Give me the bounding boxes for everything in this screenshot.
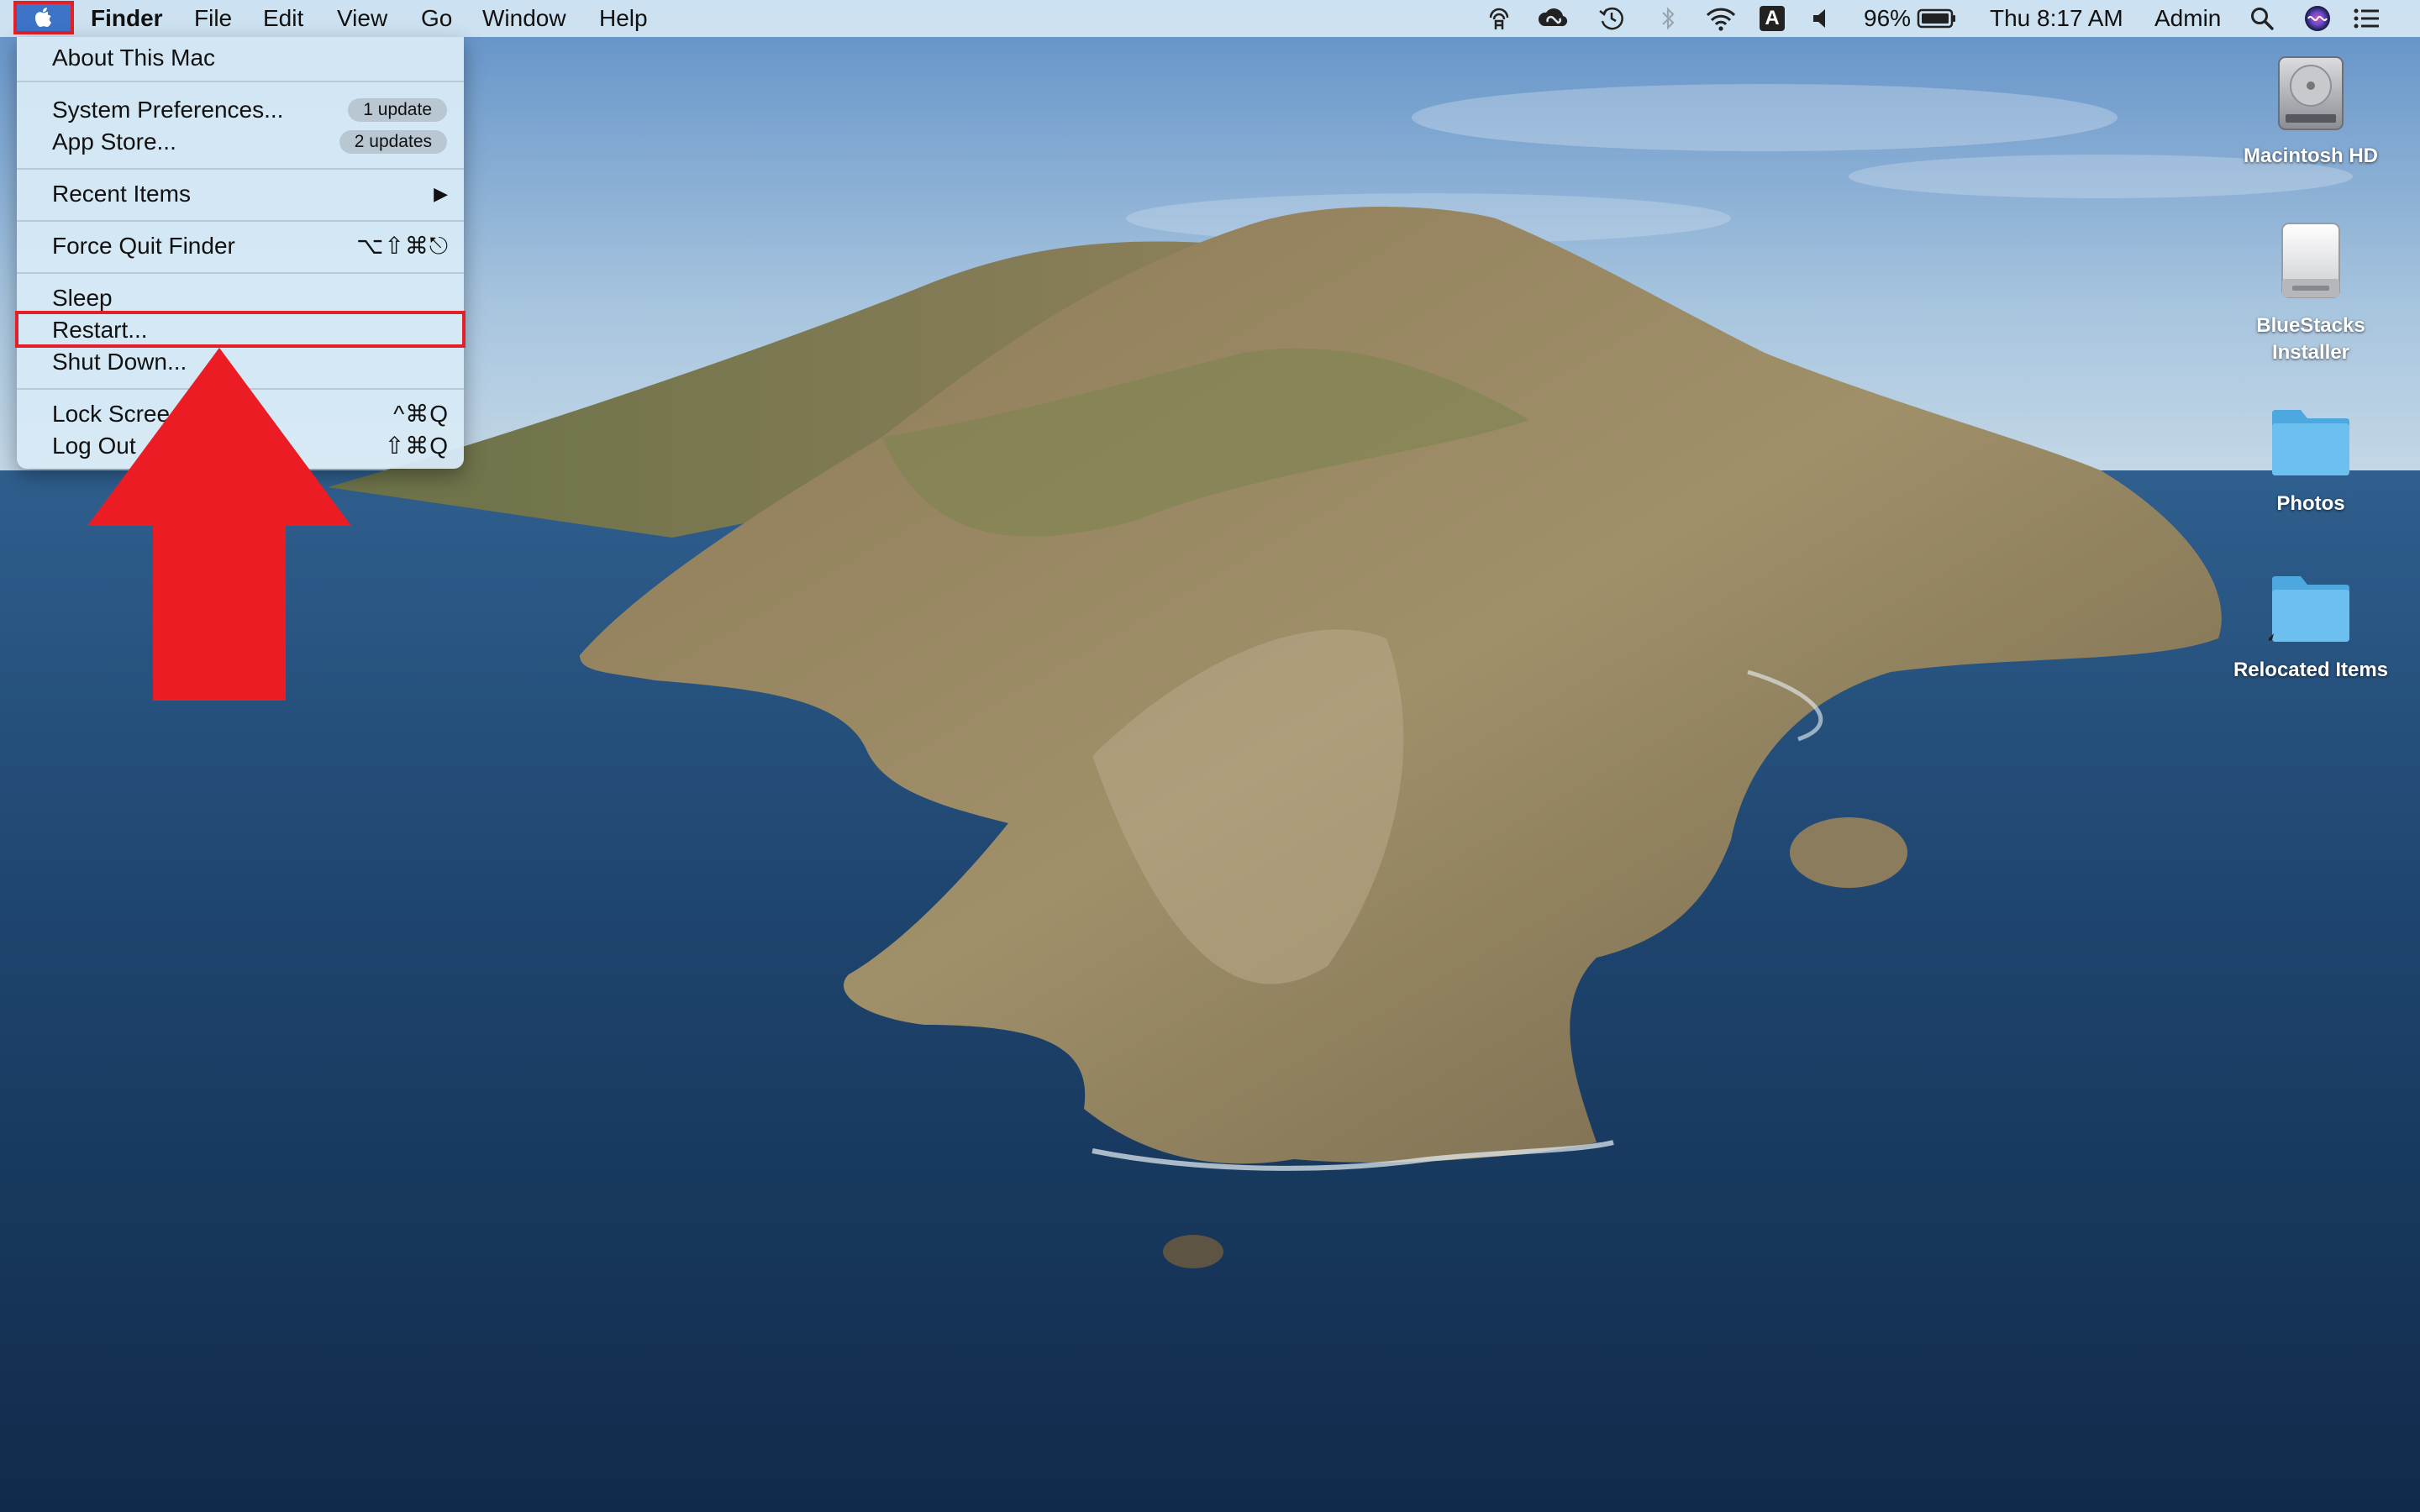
volume-icon[interactable] (1808, 0, 1833, 37)
red-arrow-annotation (87, 348, 351, 701)
restart-highlight-box (15, 311, 466, 348)
wifi-icon[interactable] (1702, 0, 1740, 37)
menu-item-system-preferences[interactable]: System Preferences... 1 update (17, 94, 464, 126)
menu-window[interactable]: Window (482, 0, 566, 37)
submenu-arrow-icon: ▶ (434, 183, 449, 204)
desktop-icon-macintosh-hd[interactable]: Macintosh HD (2218, 50, 2403, 176)
keyboard-shortcut: ⇧⌘Q (384, 433, 449, 459)
menu-finder[interactable]: Finder (91, 0, 163, 37)
update-badge: 2 updates (339, 130, 447, 154)
desktop-icon-label: Relocated Items (2233, 659, 2389, 681)
menu-item-about-this-mac[interactable]: About This Mac (17, 42, 464, 74)
menu-file[interactable]: File (194, 0, 232, 37)
menu-item-sleep[interactable]: Sleep (17, 282, 464, 314)
menu-separator (17, 168, 464, 170)
menu-item-label: System Preferences... (52, 97, 284, 123)
menu-item-force-quit[interactable]: Force Quit Finder ⌥⇧⌘⎋ (17, 230, 464, 262)
desktop-icon-label: Macintosh HD (2243, 144, 2378, 167)
desktop-icon-label: BlueStacks Installer (2256, 314, 2365, 364)
menu-item-label: Recent Items (52, 181, 191, 207)
menu-separator (17, 272, 464, 274)
desktop-icon-label: Photos (2276, 492, 2345, 515)
input-source-letter: A (1760, 6, 1785, 31)
input-source-icon[interactable]: A (1759, 0, 1786, 37)
folder-icon (2272, 410, 2349, 475)
menu-view[interactable]: View (337, 0, 387, 37)
disk-image-icon (2281, 223, 2340, 298)
menu-item-label: App Store... (52, 129, 176, 155)
folder-alias-icon (2269, 576, 2349, 642)
airdrop-icon[interactable] (1482, 0, 1516, 37)
menu-go[interactable]: Go (421, 0, 452, 37)
menu-separator (17, 81, 464, 82)
menu-item-label: Force Quit Finder (52, 233, 235, 259)
notification-center-icon[interactable] (2349, 0, 2383, 37)
battery-percent[interactable]: 96% (1864, 0, 1911, 37)
menu-separator (17, 220, 464, 222)
apple-logo-icon (35, 8, 51, 27)
apple-menu-button[interactable] (13, 1, 74, 34)
bluetooth-icon[interactable] (1655, 0, 1681, 37)
desktop-icon-relocated-items[interactable]: Relocated Items (2218, 564, 2403, 690)
menu-edit[interactable]: Edit (263, 0, 303, 37)
menu-item-recent-items[interactable]: Recent Items ▶ (17, 178, 464, 210)
creative-cloud-icon[interactable] (1534, 0, 1571, 37)
hard-drive-icon (2278, 56, 2344, 130)
menu-clock[interactable]: Thu 8:17 AM (1990, 0, 2123, 37)
menu-item-label: About This Mac (52, 45, 216, 71)
battery-icon[interactable] (1916, 0, 1958, 37)
desktop-icon-photos[interactable]: Photos (2218, 398, 2403, 524)
menu-bar: Finder File Edit View Go Window Help A 9… (0, 0, 2420, 37)
update-badge: 1 update (348, 98, 447, 122)
time-machine-icon[interactable] (1595, 0, 1628, 37)
menu-user[interactable]: Admin (2154, 0, 2221, 37)
siri-icon[interactable] (2301, 0, 2334, 37)
spotlight-icon[interactable] (2247, 0, 2277, 37)
menu-item-app-store[interactable]: App Store... 2 updates (17, 126, 464, 158)
keyboard-shortcut: ^⌘Q (393, 401, 449, 427)
menu-item-label: Sleep (52, 285, 113, 311)
keyboard-shortcut: ⌥⇧⌘⎋ (356, 233, 449, 259)
menu-help[interactable]: Help (599, 0, 648, 37)
desktop-icon-bluestacks-installer[interactable]: BlueStacks Installer (2218, 220, 2403, 371)
